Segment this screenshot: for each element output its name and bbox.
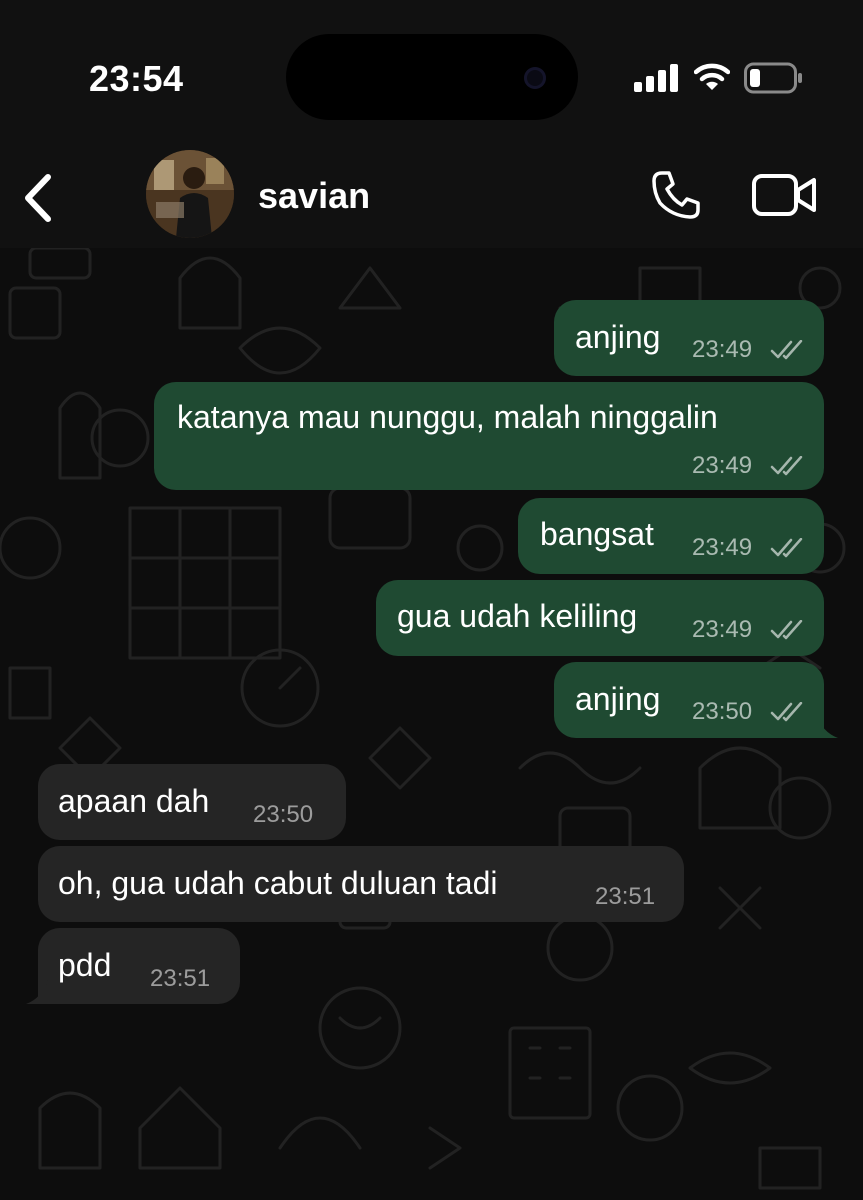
message-text: oh, gua udah cabut duluan tadi (58, 865, 498, 901)
message-text: pdd (58, 947, 112, 983)
read-receipt-icon (770, 620, 803, 640)
video-call-icon[interactable] (752, 172, 818, 218)
message-text: anjing (575, 319, 661, 355)
message-bubble-incoming[interactable]: oh, gua udah cabut duluan tadi 23:51 (38, 846, 684, 922)
back-chevron-icon[interactable] (22, 173, 56, 223)
read-receipt-icon (770, 702, 803, 722)
message-bubble-outgoing[interactable]: katanya mau nunggu, malah ninggalin 23:4… (154, 382, 824, 490)
status-bar: 23:54 (0, 0, 863, 150)
message-text: anjing (575, 681, 661, 717)
message-time: 23:49 (692, 616, 753, 643)
message-time: 23:51 (595, 883, 656, 910)
bubble-tail (816, 714, 838, 738)
chat-header: savian (0, 150, 863, 248)
message-bubble-incoming[interactable]: apaan dah 23:50 (38, 764, 346, 840)
message-time: 23:51 (150, 965, 211, 992)
bubble-tail (26, 980, 48, 1004)
contact-name[interactable]: savian (258, 175, 370, 217)
read-receipt-icon (770, 456, 803, 476)
read-receipt-icon (770, 538, 803, 558)
message-bubble-incoming[interactable]: pdd 23:51 (38, 928, 240, 1004)
message-text: katanya mau nunggu, malah ninggalin (177, 399, 718, 435)
message-time: 23:50 (253, 801, 314, 828)
wifi-icon (694, 63, 730, 90)
message-time: 23:49 (692, 452, 753, 479)
status-time: 23:54 (89, 58, 184, 99)
message-bubble-outgoing[interactable]: gua udah keliling 23:49 (376, 580, 824, 656)
contact-avatar[interactable] (146, 150, 234, 238)
message-text: bangsat (540, 516, 654, 552)
message-time: 23:50 (692, 698, 753, 725)
battery-icon (744, 62, 802, 94)
message-text: gua udah keliling (397, 598, 638, 634)
dynamic-island (286, 34, 578, 120)
chat-area[interactable]: anjing 23:49 katanya mau nunggu, malah n… (0, 248, 863, 1200)
message-text: apaan dah (58, 783, 210, 819)
cellular-signal-icon (634, 64, 678, 92)
read-receipt-icon (770, 340, 803, 360)
message-bubble-outgoing[interactable]: anjing 23:50 (554, 662, 824, 738)
message-bubble-outgoing[interactable]: anjing 23:49 (554, 300, 824, 376)
message-bubble-outgoing[interactable]: bangsat 23:49 (518, 498, 824, 574)
message-time: 23:49 (692, 336, 753, 363)
phone-call-icon[interactable] (650, 169, 702, 221)
message-time: 23:49 (692, 534, 753, 561)
